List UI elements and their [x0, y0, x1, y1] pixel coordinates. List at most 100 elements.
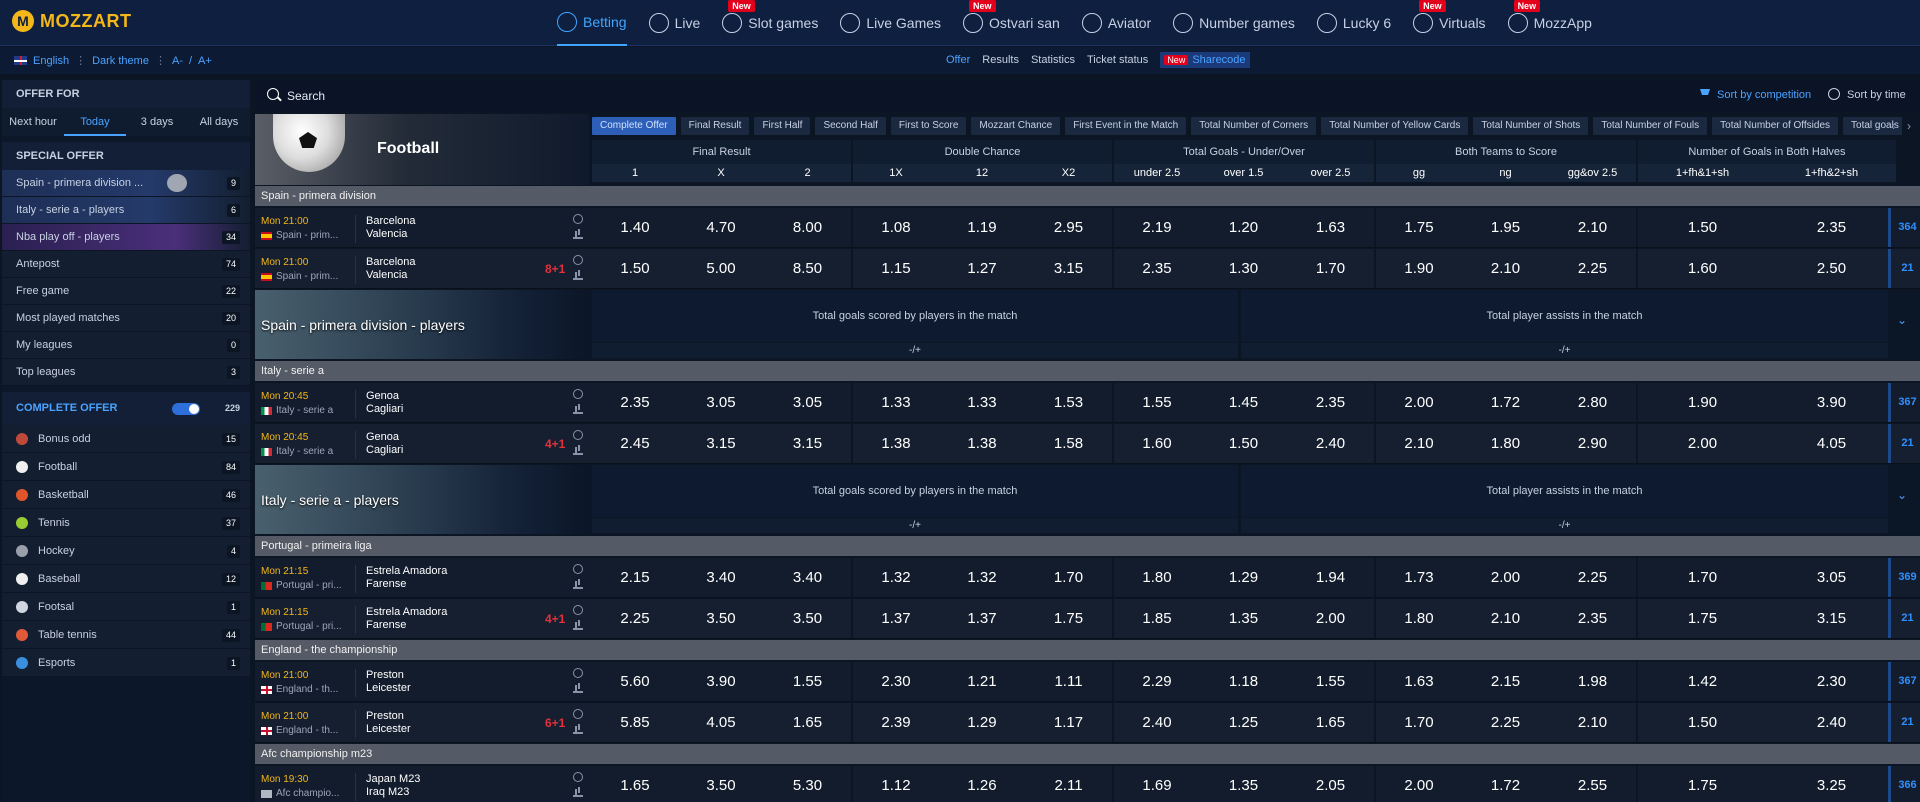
statistics-icon[interactable]	[573, 405, 583, 414]
odd-button[interactable]: 1.63	[1376, 662, 1462, 701]
market-tab-total-number-of-corners[interactable]: Total Number of Corners	[1191, 117, 1317, 135]
odd-button[interactable]: 1.75	[1638, 766, 1767, 802]
odd-button[interactable]: 2.10	[1462, 599, 1549, 638]
odd-button[interactable]: 1.37	[939, 599, 1025, 638]
sharecode-link[interactable]: New Sharecode	[1160, 52, 1250, 68]
match-teams[interactable]: Genoa Cagliari	[355, 431, 403, 459]
match-row[interactable]: Mon 21:15 Portugal - pri... Estrela Amador…	[255, 599, 1920, 639]
odd-button[interactable]: 1.53	[1025, 383, 1112, 422]
odd-button[interactable]: 1.29	[939, 703, 1025, 742]
odd-button[interactable]: 2.05	[1287, 766, 1374, 802]
special-offer-item[interactable]: Nba play off - players 34	[2, 224, 250, 251]
odd-button[interactable]: 1.94	[1287, 558, 1374, 597]
match-teams[interactable]: Barcelona Valencia	[355, 256, 416, 284]
match-row[interactable]: Mon 21:15 Portugal - pri... Estrela Amador…	[255, 558, 1920, 598]
odd-button[interactable]: 1.80	[1462, 424, 1549, 463]
odd-button[interactable]: 3.50	[678, 599, 764, 638]
statistics-icon[interactable]	[573, 684, 583, 693]
more-markets-count[interactable]: 369	[1895, 571, 1920, 583]
match-row[interactable]: Mon 20:45 Italy - serie a Genoa Cagliari 4+1…	[255, 424, 1920, 464]
extra-markets-badge[interactable]: 4+1	[545, 612, 565, 626]
match-row[interactable]: Mon 21:00 Spain - prim... Barcelona Valenci…	[255, 249, 1920, 289]
match-row[interactable]: Mon 21:00 Spain - prim... Barcelona Valenci…	[255, 208, 1920, 248]
complete-offer-toggle[interactable]	[172, 403, 200, 415]
market-tab-total-number-of-fouls[interactable]: Total Number of Fouls	[1593, 117, 1708, 135]
more-markets-count[interactable]: 367	[1895, 675, 1920, 687]
language-select[interactable]: English	[33, 55, 69, 67]
odd-button[interactable]: 1.58	[1025, 424, 1112, 463]
odd-button[interactable]: 1.70	[1287, 249, 1374, 288]
odd-button[interactable]: 1.38	[853, 424, 939, 463]
nav-item-aviator[interactable]: Aviator	[1081, 0, 1151, 46]
odd-button[interactable]: 1.65	[592, 766, 678, 802]
odd-button[interactable]: 1.32	[853, 558, 939, 597]
odd-button[interactable]: 2.10	[1549, 208, 1636, 247]
odd-button[interactable]: 1.69	[1114, 766, 1200, 802]
odd-button[interactable]: 2.15	[1462, 662, 1549, 701]
info-icon[interactable]	[573, 772, 583, 782]
odd-button[interactable]: 1.73	[1376, 558, 1462, 597]
odd-button[interactable]: 1.90	[1376, 249, 1462, 288]
odd-button[interactable]: 5.60	[592, 662, 678, 701]
odd-button[interactable]: 2.25	[1549, 558, 1636, 597]
sport-item-hockey[interactable]: Hockey 4	[2, 537, 250, 565]
players-market-title[interactable]: Total goals scored by players in the mat…	[592, 290, 1238, 342]
league-header[interactable]: Spain - primera division	[255, 186, 1920, 206]
players-market-title[interactable]: Total player assists in the match	[1241, 290, 1888, 342]
league-header[interactable]: England - the championship	[255, 640, 1920, 660]
complete-offer-header[interactable]: COMPLETE OFFER 229	[2, 392, 250, 425]
more-markets-count[interactable]: 21	[1895, 612, 1920, 624]
odd-button[interactable]: 2.29	[1114, 662, 1200, 701]
sport-item-basketball[interactable]: Basketball 46	[2, 481, 250, 509]
nav-item-slot-games[interactable]: Slot games New	[722, 0, 818, 46]
sport-item-baseball[interactable]: Baseball 12	[2, 565, 250, 593]
odd-button[interactable]: 1.26	[939, 766, 1025, 802]
odd-button[interactable]: 2.00	[1376, 383, 1462, 422]
info-icon[interactable]	[573, 668, 583, 678]
odd-button[interactable]: 3.90	[678, 662, 764, 701]
odd-button[interactable]: 2.25	[1549, 249, 1636, 288]
time-filter-3-days[interactable]: 3 days	[126, 108, 188, 136]
tabs-left-arrow-icon[interactable]: ‹	[1886, 119, 1900, 133]
sport-item-bonus-odd[interactable]: Bonus odd 15	[2, 425, 250, 453]
tabs-right-arrow-icon[interactable]: ›	[1902, 119, 1916, 133]
odd-button[interactable]: 2.11	[1025, 766, 1112, 802]
market-tab-mozzart-chance[interactable]: Mozzart Chance	[971, 117, 1061, 135]
more-markets-count[interactable]: 366	[1895, 779, 1920, 791]
odd-button[interactable]: 1.70	[1025, 558, 1112, 597]
theme-select[interactable]: Dark theme	[92, 55, 149, 67]
match-teams[interactable]: Preston Leicester	[355, 710, 411, 738]
special-offer-item[interactable]: Italy - serie a - players 6	[2, 197, 250, 224]
odd-button[interactable]: 3.25	[1767, 766, 1896, 802]
odd-button[interactable]: 2.25	[592, 599, 678, 638]
odd-button[interactable]: 3.05	[678, 383, 764, 422]
market-tab-second-half[interactable]: Second Half	[815, 117, 886, 135]
info-icon[interactable]	[573, 564, 583, 574]
odd-button[interactable]: 1.42	[1638, 662, 1767, 701]
odd-button[interactable]: 1.55	[1287, 662, 1374, 701]
odd-button[interactable]: 2.10	[1549, 703, 1636, 742]
market-tab-first-half[interactable]: First Half	[754, 117, 811, 135]
odd-button[interactable]: 3.50	[678, 766, 764, 802]
odd-button[interactable]: 2.30	[1767, 662, 1896, 701]
odd-button[interactable]: 3.15	[678, 424, 764, 463]
odd-button[interactable]: 1.29	[1200, 558, 1287, 597]
market-tab-total-number-of-yellow-cards[interactable]: Total Number of Yellow Cards	[1321, 117, 1469, 135]
odd-button[interactable]: 1.90	[1638, 383, 1767, 422]
statistics-icon[interactable]	[573, 621, 583, 630]
match-teams[interactable]: Japan M23 Iraq M23	[355, 773, 420, 801]
odd-button[interactable]: 1.60	[1638, 249, 1767, 288]
odd-button[interactable]: 1.32	[939, 558, 1025, 597]
extra-markets-badge[interactable]: 6+1	[545, 716, 565, 730]
market-tab-total-number-of-offsides[interactable]: Total Number of Offsides	[1712, 117, 1839, 135]
market-tab-first-to-score[interactable]: First to Score	[890, 117, 967, 135]
odd-button[interactable]: 1.65	[764, 703, 851, 742]
extra-markets-badge[interactable]: 8+1	[545, 262, 565, 276]
odd-button[interactable]: 2.40	[1767, 703, 1896, 742]
odd-button[interactable]: 1.19	[939, 208, 1025, 247]
nav-item-mozzapp[interactable]: MozzApp New	[1507, 0, 1592, 46]
odd-button[interactable]: 1.12	[853, 766, 939, 802]
odd-button[interactable]: 1.70	[1638, 558, 1767, 597]
chevron-down-icon[interactable]: ⌄	[1897, 313, 1907, 327]
odd-button[interactable]: 2.35	[1767, 208, 1896, 247]
